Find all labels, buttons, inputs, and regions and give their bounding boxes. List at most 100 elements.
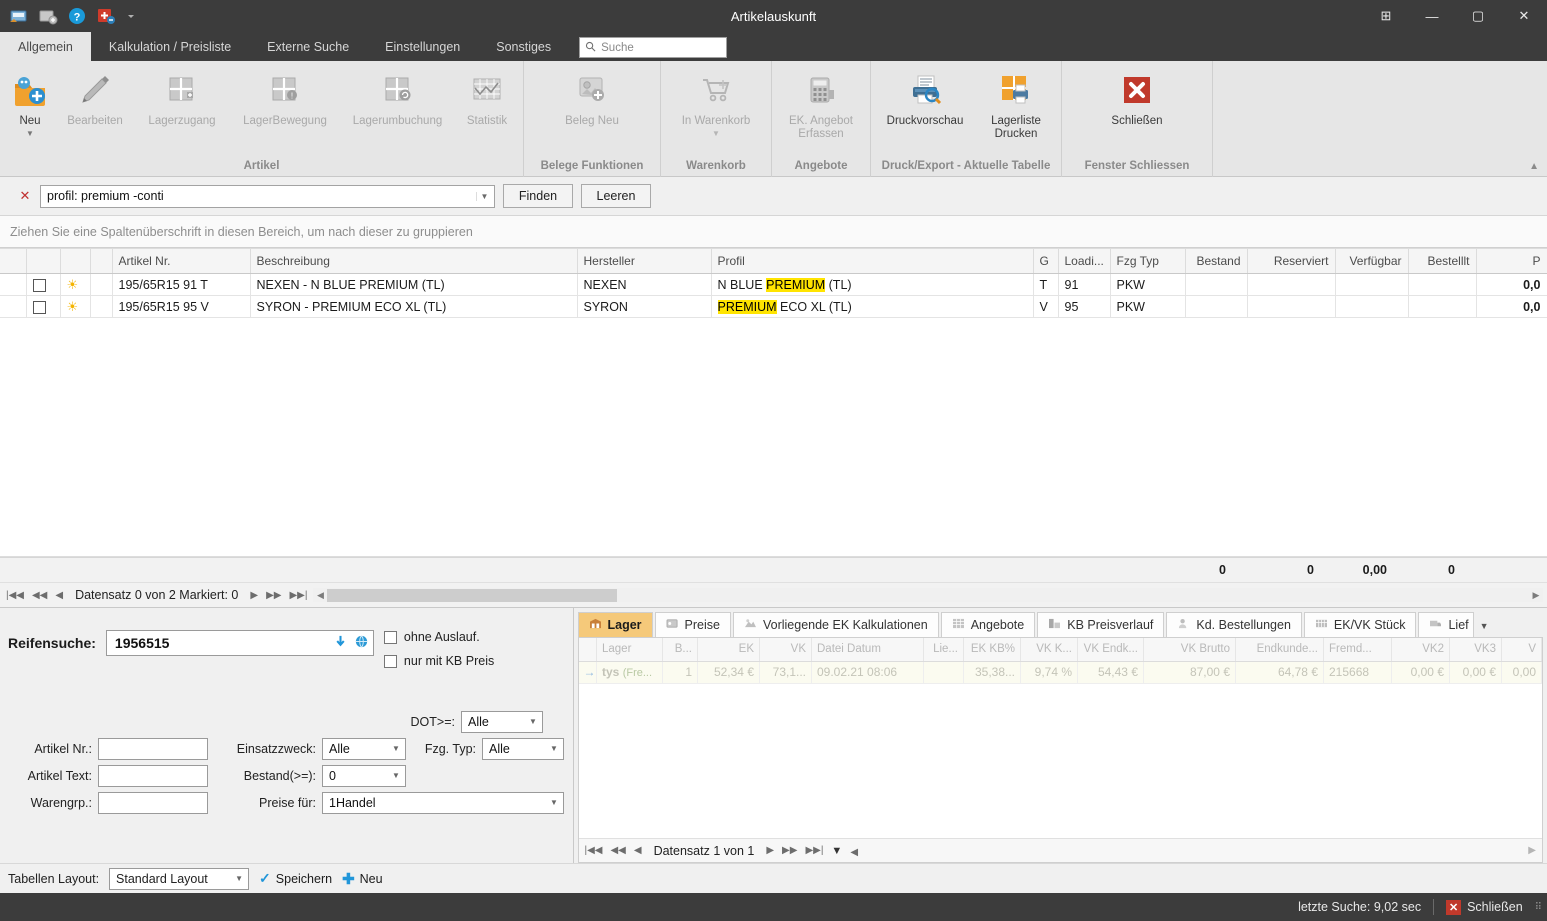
chevron-down-icon[interactable]: ▼ xyxy=(1476,621,1497,637)
tab-einstellungen[interactable]: Einstellungen xyxy=(367,32,478,61)
nav-last-icon[interactable]: ▶▶| xyxy=(287,590,309,601)
clear-x-icon[interactable]: ✕ xyxy=(18,188,32,204)
dcol-datei-datum[interactable]: Datei Datum xyxy=(811,638,924,662)
row-checkbox-cell[interactable] xyxy=(26,295,61,318)
artikel-nr-input[interactable] xyxy=(98,737,208,760)
scroll-left-icon[interactable]: ◀ xyxy=(848,847,860,858)
dcol-ek-kb[interactable]: EK KB% xyxy=(963,638,1021,662)
scrollbar-thumb[interactable] xyxy=(327,588,618,602)
globe-icon[interactable] xyxy=(354,634,369,652)
dcol-vk[interactable]: VK xyxy=(759,638,812,662)
group-by-panel[interactable]: Ziehen Sie eine Spaltenüberschrift in di… xyxy=(0,216,1547,248)
ribbon-button-bearbeiten[interactable]: Bearbeiten xyxy=(56,67,134,145)
dcol-lieferant[interactable]: Lie... xyxy=(923,638,964,662)
resize-grip-icon[interactable]: ⠿ xyxy=(1535,902,1542,913)
chevron-down-icon[interactable]: ▼ xyxy=(547,798,561,807)
col-g[interactable]: G xyxy=(1033,248,1059,274)
tab-ek-vk-stueck[interactable]: EK/VK Stück xyxy=(1303,612,1417,637)
checkbox-nur-mit-kb-preis[interactable]: nur mit KB Preis xyxy=(383,654,494,668)
tab-allgemein[interactable]: Allgemein xyxy=(0,32,91,61)
reifensuche-input[interactable]: 1956515 xyxy=(105,630,374,656)
dcol-indicator[interactable] xyxy=(578,638,597,662)
col-season[interactable] xyxy=(60,248,91,274)
scroll-left-icon[interactable]: ◀ xyxy=(313,590,327,601)
einsatzzweck-select[interactable]: Alle ▼ xyxy=(322,737,406,760)
col-bestand[interactable]: Bestand xyxy=(1185,248,1248,274)
nav-next-page-icon[interactable]: ▶▶ xyxy=(264,590,283,601)
close-button[interactable]: ✕ xyxy=(1501,0,1547,32)
dcol-vk-endkunde[interactable]: VK Endk... xyxy=(1077,638,1144,662)
dcol-bestand[interactable]: B... xyxy=(662,638,698,662)
tab-sonstiges[interactable]: Sonstiges xyxy=(478,32,569,61)
ribbon-search-box[interactable]: Suche xyxy=(579,37,728,58)
chevron-down-icon[interactable]: ▼ xyxy=(232,874,246,883)
col-reserviert[interactable]: Reserviert xyxy=(1247,248,1336,274)
col-verfuegbar[interactable]: Verfügbar xyxy=(1335,248,1409,274)
tab-kalkulation-preisliste[interactable]: Kalkulation / Preisliste xyxy=(91,32,249,61)
tab-kd-bestellungen[interactable]: Kd. Bestellungen xyxy=(1166,612,1302,637)
ribbon-button-neu[interactable]: Neu ▼ xyxy=(4,67,56,145)
col-bestellt[interactable]: Bestelllt xyxy=(1408,248,1477,274)
row-checkbox[interactable] xyxy=(32,300,46,314)
ribbon-button-ek-angebot-erfassen[interactable]: EK. Angebot Erfassen xyxy=(776,67,866,145)
col-beschreibung[interactable]: Beschreibung xyxy=(250,248,578,274)
chevron-down-icon[interactable]: ▼ xyxy=(526,717,540,726)
nav-first-icon[interactable]: |◀◀ xyxy=(583,845,605,856)
checkbox-ohne-auslauf[interactable]: ohne Auslauf. xyxy=(383,630,494,644)
dcol-vk-kb[interactable]: VK K... xyxy=(1020,638,1078,662)
ribbon-button-druckvorschau[interactable]: Druckvorschau xyxy=(875,67,975,145)
col-hersteller[interactable]: Hersteller xyxy=(577,248,712,274)
ribbon-button-lagerbewegung[interactable]: ! LagerBewegung xyxy=(230,67,340,145)
chevron-down-icon[interactable]: ▼ xyxy=(547,744,561,753)
ribbon-button-in-warenkorb[interactable]: In Warenkorb ▼ xyxy=(665,67,767,145)
dot-select[interactable]: Alle ▼ xyxy=(461,710,543,733)
dcol-vk3[interactable]: VK3 xyxy=(1449,638,1502,662)
col-loadindex[interactable]: Loadi... xyxy=(1058,248,1111,274)
dcol-endkunde[interactable]: Endkunde... xyxy=(1235,638,1324,662)
minimize-button[interactable]: — xyxy=(1409,0,1455,32)
ribbon-button-lagerzugang[interactable]: Lagerzugang xyxy=(134,67,230,145)
nav-next-page-icon[interactable]: ▶▶ xyxy=(780,845,799,856)
table-row[interactable]: ☀ 195/65R15 95 V SYRON - PREMIUM ECO XL … xyxy=(0,295,1547,318)
chevron-down-icon[interactable]: ▼ xyxy=(712,129,720,138)
tab-externe-suche[interactable]: Externe Suche xyxy=(249,32,367,61)
preise-fuer-select[interactable]: 1Handel ▼ xyxy=(322,791,564,814)
checkbox-box[interactable] xyxy=(383,654,397,668)
find-button[interactable]: Finden xyxy=(503,184,573,208)
maximize-button[interactable]: ▢ xyxy=(1455,0,1501,32)
nav-prev-page-icon[interactable]: ◀◀ xyxy=(30,590,49,601)
nav-prev-page-icon[interactable]: ◀◀ xyxy=(608,845,627,856)
nav-prev-icon[interactable]: ◀ xyxy=(632,845,644,856)
col-preis[interactable]: P xyxy=(1476,248,1547,274)
scroll-right-icon[interactable]: ▶ xyxy=(1526,845,1538,856)
chevron-down-icon[interactable]: ▼ xyxy=(389,744,403,753)
tab-kb-preisverlauf[interactable]: KB Preisverlauf xyxy=(1037,612,1165,637)
save-icon[interactable] xyxy=(8,5,30,27)
tab-lieferanten[interactable]: Lief xyxy=(1418,612,1474,637)
warengrp-input[interactable] xyxy=(98,791,208,814)
new-window-icon[interactable] xyxy=(37,5,59,27)
nav-last-icon[interactable]: ▶▶| xyxy=(803,845,825,856)
col-select[interactable] xyxy=(26,248,61,274)
dcol-ek[interactable]: EK xyxy=(697,638,760,662)
table-row[interactable]: → tys (Fre... 1 52,34 € 73,1... 09.02.21… xyxy=(578,661,1542,684)
bottom-close-button[interactable]: ✕ Schließen xyxy=(1446,899,1523,915)
restore-down-button[interactable]: ⊞ xyxy=(1363,0,1409,32)
tab-angebote[interactable]: Angebote xyxy=(940,612,1036,637)
tab-preise[interactable]: Preise xyxy=(654,612,731,637)
fzg-typ-select[interactable]: Alle ▼ xyxy=(482,737,564,760)
dcol-lager[interactable]: Lager xyxy=(596,638,663,662)
ribbon-button-statistik[interactable]: Statistik xyxy=(455,67,519,145)
tabellen-layout-select[interactable]: Standard Layout ▼ xyxy=(109,867,250,890)
dcol-vk-brutto[interactable]: VK Brutto xyxy=(1143,638,1236,662)
nav-first-icon[interactable]: |◀◀ xyxy=(4,590,26,601)
chevron-down-icon[interactable]: ▼ xyxy=(476,191,492,201)
col-spacer[interactable] xyxy=(90,248,113,274)
save-layout-button[interactable]: ✓ Speichern xyxy=(259,870,332,887)
dcol-fremd[interactable]: Fremd... xyxy=(1323,638,1392,662)
ribbon-button-lagerumbuchung[interactable]: Lagerumbuchung xyxy=(340,67,455,145)
col-indicator[interactable] xyxy=(0,248,27,274)
chevron-down-icon[interactable]: ▼ xyxy=(26,129,34,138)
nav-next-icon[interactable]: ▶ xyxy=(764,845,776,856)
filter-icon[interactable]: ▼ xyxy=(829,845,844,857)
